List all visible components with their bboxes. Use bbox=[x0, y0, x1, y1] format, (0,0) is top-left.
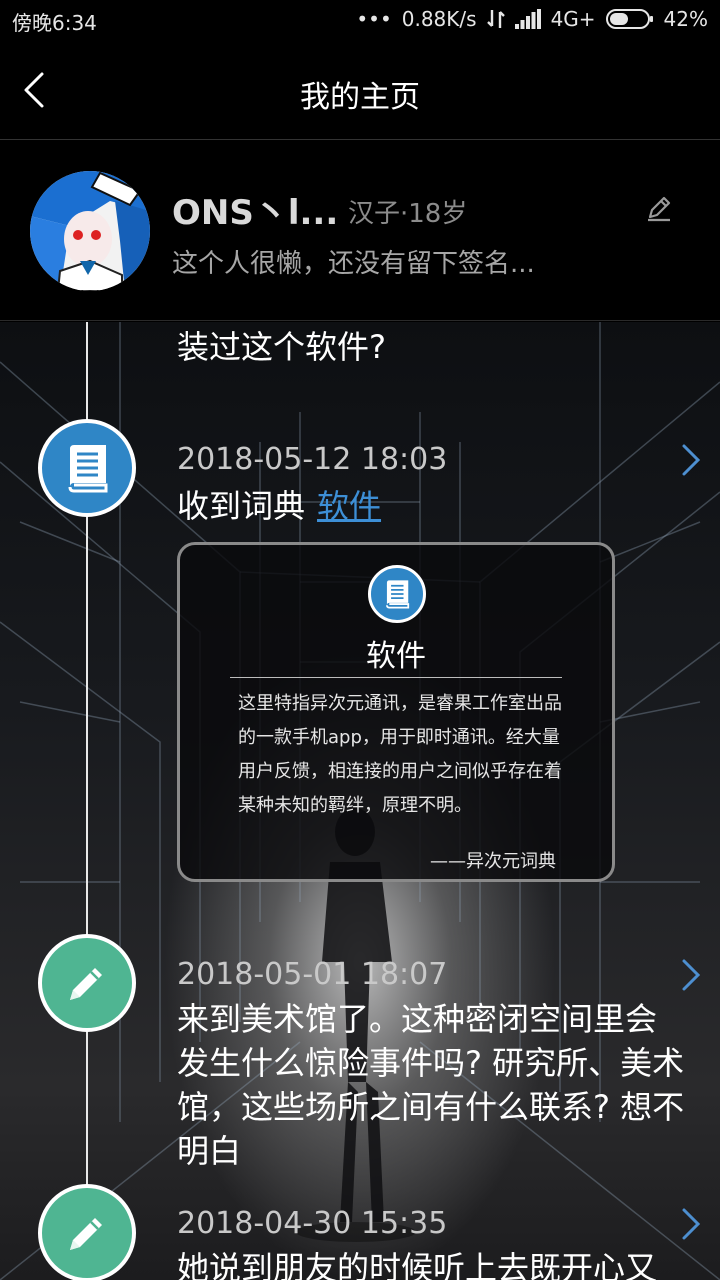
more-dots-icon: ••• bbox=[356, 7, 392, 31]
avatar[interactable] bbox=[30, 171, 150, 291]
signal-icon bbox=[514, 9, 541, 29]
battery-icon bbox=[605, 9, 653, 29]
card-source: ——异次元词典 bbox=[430, 851, 556, 872]
entry-text: 收到词典 软件 bbox=[177, 484, 687, 528]
previous-entry-tail: 装过这个软件? bbox=[177, 328, 386, 366]
card-description: 这里特指异次元通讯，是睿果工作室出品的一款手机app，用于即时通讯。经大量用户反… bbox=[238, 693, 562, 816]
entry-date: 2018-04-30 15:35 bbox=[177, 1206, 448, 1241]
entry-text: 来到美术馆了。这种密闭空间里会发生什么惊险事件吗? 研究所、美术馆，这些场所之间… bbox=[177, 1000, 685, 1170]
status-right: ••• 0.88K/s 4G+ 42% bbox=[356, 7, 708, 31]
signature: 这个人很懒，还没有留下签名... bbox=[172, 249, 535, 279]
status-bar: 傍晚6:34 ••• 0.88K/s 4G+ 42% bbox=[0, 0, 720, 40]
nickname: ONS丶l... bbox=[172, 193, 339, 233]
timeline-node-note bbox=[38, 1184, 136, 1280]
pencil-icon bbox=[70, 968, 102, 1000]
status-time: 傍晚6:34 bbox=[12, 11, 97, 35]
dictionary-card[interactable]: 软件 这里特指异次元通讯，是睿果工作室出品的一款手机app，用于即时通讯。经大量… bbox=[177, 542, 615, 882]
profile-header: ONS丶l... 汉子·18岁 这个人很懒，还没有留下签名... bbox=[0, 141, 720, 321]
card-divider bbox=[230, 677, 562, 678]
chevron-right-icon[interactable] bbox=[680, 442, 702, 478]
avatar-image bbox=[30, 171, 150, 291]
timeline-node-note bbox=[38, 934, 136, 1032]
book-icon bbox=[386, 580, 410, 609]
timeline-node-book bbox=[38, 419, 136, 517]
pencil-icon bbox=[70, 1218, 102, 1250]
entry-text: 她说到朋友的时候听上去既开心又 bbox=[177, 1249, 658, 1280]
network-speed: 0.88K/s bbox=[401, 7, 477, 31]
entry-date: 2018-05-12 18:03 bbox=[177, 442, 448, 477]
chevron-right-icon[interactable] bbox=[680, 957, 702, 993]
data-transfer-icon bbox=[486, 10, 505, 28]
book-icon bbox=[68, 445, 108, 493]
entry-text-content: 收到词典 bbox=[177, 487, 306, 525]
battery-level: 42% bbox=[663, 7, 708, 31]
top-bar: 我的主页 bbox=[0, 40, 720, 140]
dictionary-term-link[interactable]: 软件 bbox=[317, 487, 381, 525]
gender-age: 汉子·18岁 bbox=[348, 199, 468, 229]
network-type: 4G+ bbox=[550, 7, 596, 31]
pencil-icon bbox=[648, 196, 671, 222]
page-title: 我的主页 bbox=[300, 80, 420, 115]
chevron-right-icon[interactable] bbox=[680, 1206, 702, 1242]
card-book-icon-badge bbox=[368, 565, 426, 623]
edit-profile-button[interactable] bbox=[644, 193, 674, 223]
timeline[interactable]: 装过这个软件? 2018-05-12 18:03 收到词典 软件 软件 这里特指异… bbox=[0, 322, 720, 1280]
card-title: 软件 bbox=[366, 639, 426, 674]
entry-date: 2018-05-01 18:07 bbox=[177, 957, 448, 992]
